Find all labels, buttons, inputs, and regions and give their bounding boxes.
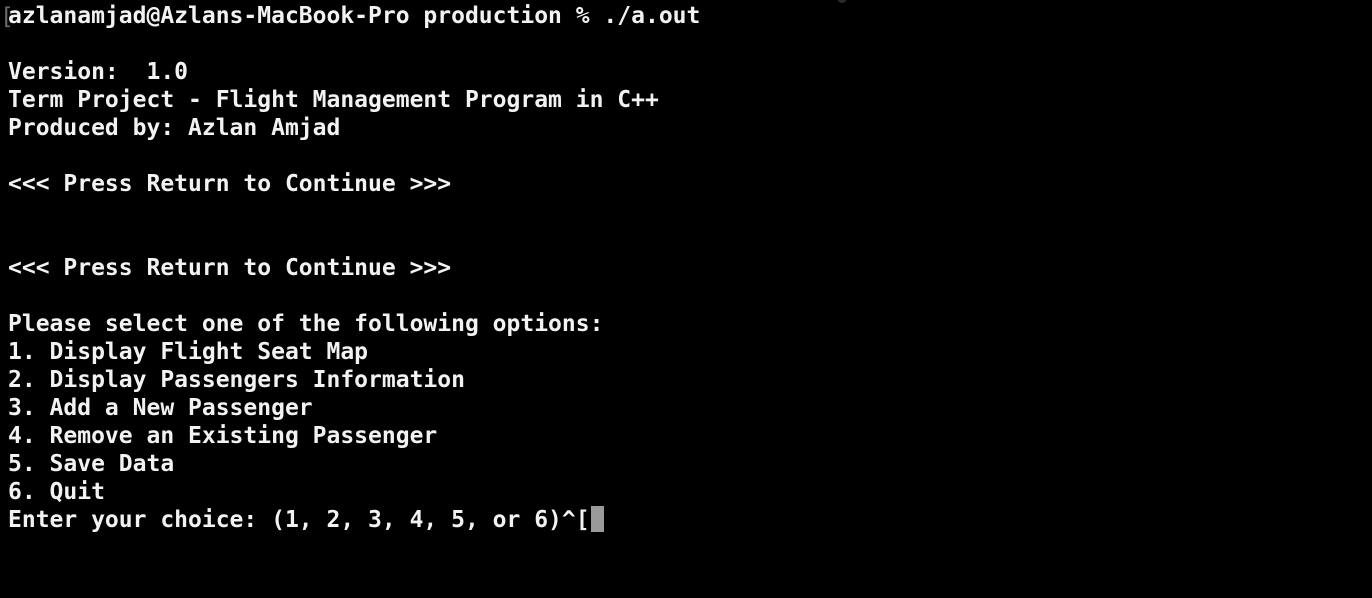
- choice-prompt: Enter your choice: (1, 2, 3, 4, 5, or 6)…: [8, 507, 590, 533]
- prompt-mark: [: [0, 4, 14, 30]
- choice-input-line[interactable]: Enter your choice: (1, 2, 3, 4, 5, or 6)…: [8, 506, 1372, 534]
- menu-header: Please select one of the following optio…: [8, 311, 604, 337]
- menu-item-quit: 6. Quit: [8, 479, 105, 505]
- menu-item-save-data: 5. Save Data: [8, 451, 175, 477]
- text-cursor[interactable]: [590, 506, 604, 532]
- project-title-line: Term Project - Flight Management Program…: [8, 87, 659, 113]
- menu-item-remove-passenger: 4. Remove an Existing Passenger: [8, 423, 438, 449]
- menu-item-passenger-info: 2. Display Passengers Information: [8, 367, 465, 393]
- menu-item-seat-map: 1. Display Flight Seat Map: [8, 339, 369, 365]
- menu-item-add-passenger: 3. Add a New Passenger: [8, 395, 313, 421]
- version-line: Version: 1.0: [8, 59, 189, 85]
- press-return-line: <<< Press Return to Continue >>>: [8, 171, 452, 197]
- press-return-line: <<< Press Return to Continue >>>: [8, 255, 452, 281]
- author-line: Produced by: Azlan Amjad: [8, 115, 341, 141]
- terminal-window[interactable]: [ azlanamjad@Azlans-MacBook-Pro producti…: [0, 0, 1372, 598]
- command-prompt-line: azlanamjad@Azlans-MacBook-Pro production…: [8, 3, 701, 29]
